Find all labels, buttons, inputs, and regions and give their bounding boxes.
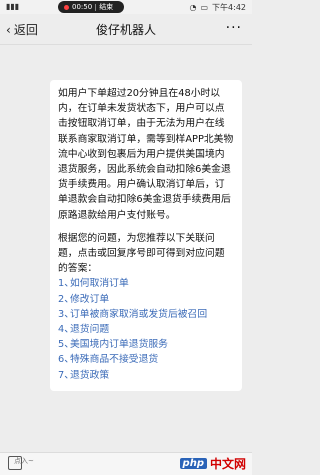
bottom-left-label: 点入~ xyxy=(14,457,34,465)
more-menu-button[interactable]: ··· xyxy=(226,20,242,36)
recording-dot-icon xyxy=(64,4,69,10)
watermark-php: php xyxy=(179,458,207,469)
related-question-link[interactable]: 7、 退货政策 xyxy=(58,368,234,383)
answer-paragraph: 如用户下单超过20分钟且在48小时以内，在订单未发货状态下，用户可以点击按钮取消… xyxy=(58,88,234,221)
divider xyxy=(95,3,97,11)
chat-header: ‹ 返回 俊仔机器人 ··· xyxy=(0,14,252,45)
status-bar: ▮▮▮ 00:50 结束 ◔ ▭ 下午4:42 xyxy=(0,0,252,14)
related-question-link[interactable]: 6、 特殊商品不接受退货 xyxy=(58,352,234,367)
stop-recording-button[interactable]: 结束 xyxy=(99,2,113,12)
wifi-icon: ◔ xyxy=(189,3,197,12)
bot-message-bubble: 如用户下单超过20分钟且在48小时以内，在订单未发货状态下，用户可以点击按钮取消… xyxy=(50,80,242,391)
battery-icon: ▭ xyxy=(200,3,209,12)
watermark-logo: php 中文网 xyxy=(179,455,246,472)
status-icons-left: ▮▮▮ xyxy=(6,2,19,11)
chat-title: 俊仔机器人 xyxy=(95,23,156,37)
related-question-link[interactable]: 1、 如何取消订单 xyxy=(58,276,234,291)
related-question-link[interactable]: 3、 订单被商家取消或发货后被召回 xyxy=(58,307,234,322)
recommend-intro: 根据您的问题，为您推荐以下关联问题，点击或回复序号即可得到对应问题的答案： xyxy=(58,232,225,275)
signal-icon: ▮▮▮ xyxy=(6,2,20,11)
screen-recording-pill[interactable]: 00:50 结束 xyxy=(58,1,124,13)
related-question-link[interactable]: 5、 美国境内订单退货服务 xyxy=(58,337,234,352)
watermark-cn: 中文网 xyxy=(209,457,246,471)
status-icons-right: ◔ ▭ 下午4:42 xyxy=(189,2,246,13)
related-questions-list: 1、 如何取消订单 2、 修改订单 3、 订单被商家取消或发货后被召回 4、 退货问题 … xyxy=(58,276,234,382)
clock-time: 下午4:42 xyxy=(212,3,246,12)
recording-elapsed: 00:50 xyxy=(72,3,93,11)
related-question-link[interactable]: 2、 修改订单 xyxy=(58,292,234,307)
related-question-link[interactable]: 4、 退货问题 xyxy=(58,322,234,337)
